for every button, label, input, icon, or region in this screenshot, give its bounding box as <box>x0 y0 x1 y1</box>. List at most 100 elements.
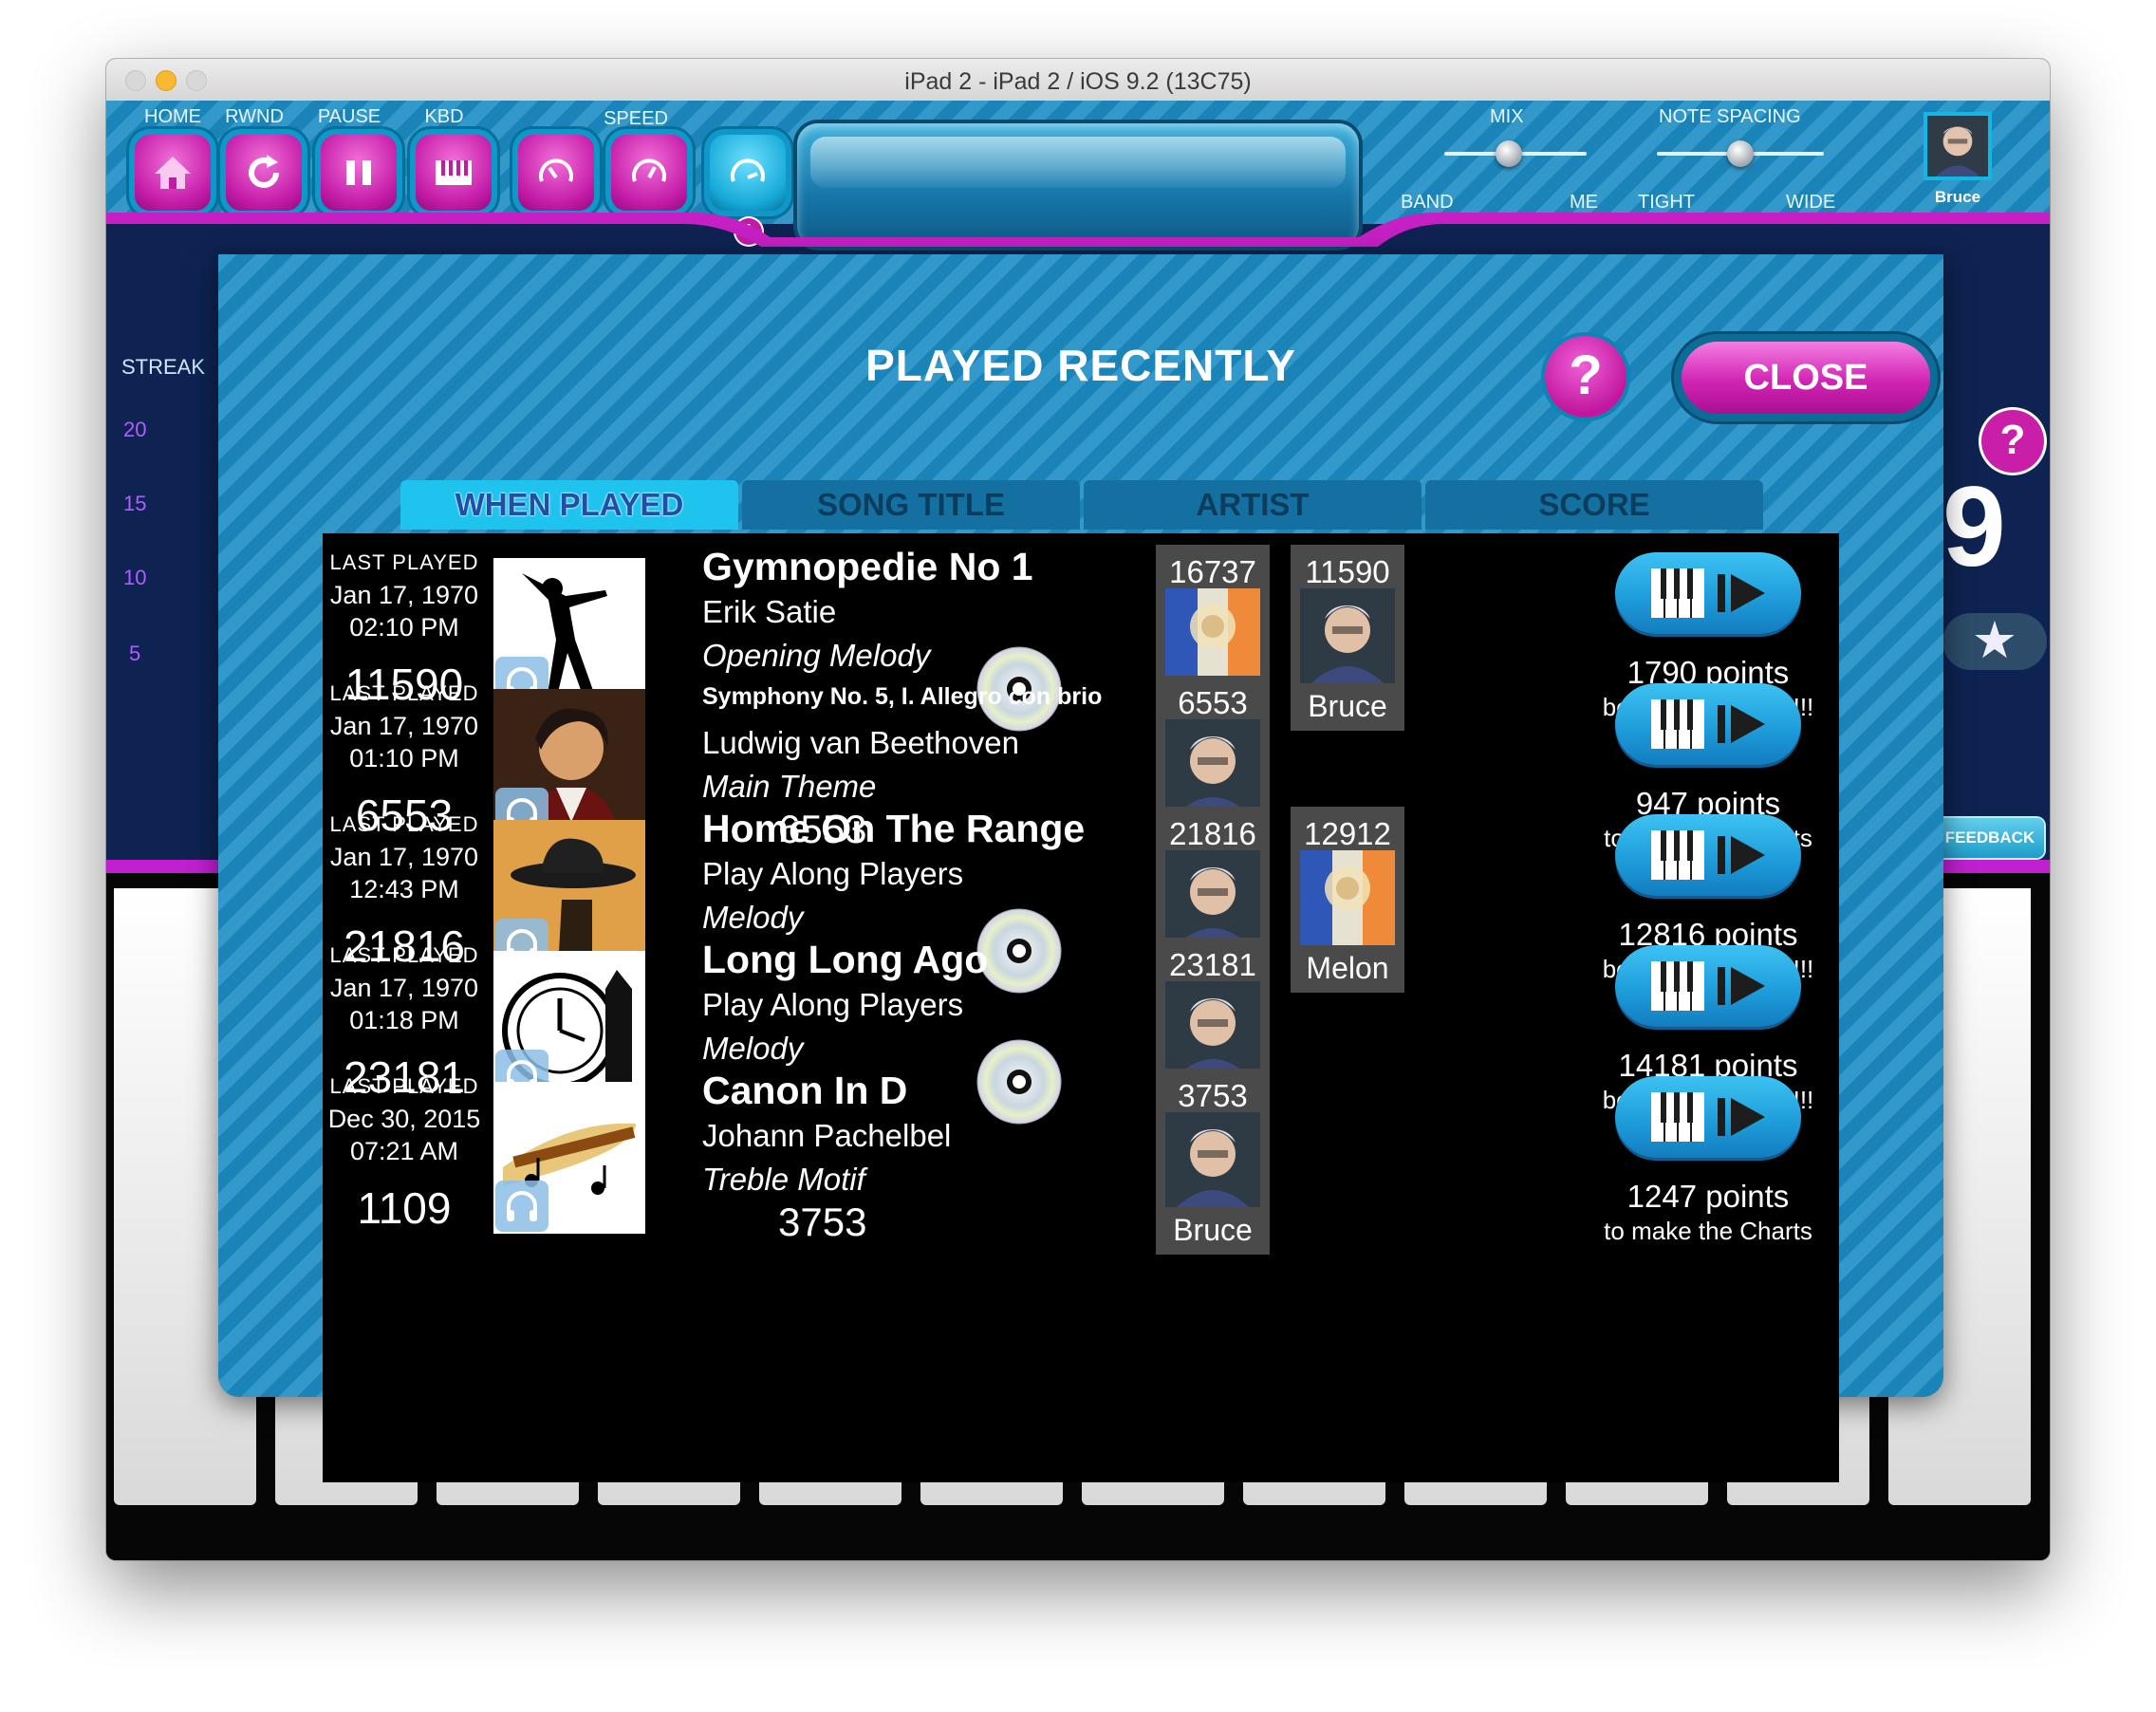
star-icon: ★ <box>1942 613 2047 670</box>
spacing-slider-knob[interactable] <box>1727 140 1754 167</box>
streak-tick: 20 <box>123 418 147 441</box>
play-piano-icon <box>1651 1092 1765 1142</box>
last-played-date: Jan 17, 1970 <box>329 581 479 609</box>
tab-score[interactable]: SCORE <box>1425 480 1763 530</box>
last-played-time: 12:43 PM <box>349 875 459 903</box>
played-recently-modal: PLAYED RECENTLY ? CLOSE WHEN PLAYED SONG… <box>218 254 1943 1482</box>
score-digit: 9 <box>1942 463 2006 590</box>
gauge-icon <box>632 158 666 182</box>
gauge-icon <box>731 158 765 182</box>
app-screen: STREAK 20 15 10 5 9 ★ ? FEEDBACK HOME RW… <box>106 101 2050 1560</box>
keyboard-button[interactable] <box>416 135 492 211</box>
home-button[interactable] <box>135 135 211 211</box>
player-score: 12912 <box>1304 816 1391 851</box>
pause-label: PAUSE <box>317 106 381 127</box>
play-piano-icon <box>1651 699 1765 749</box>
person-icon <box>1927 116 1988 177</box>
song-title: Canon In D <box>702 1069 908 1112</box>
song-title: Long Long Ago <box>702 938 989 981</box>
home-icon <box>155 157 191 189</box>
points-note: to make the Charts <box>1604 1217 1812 1245</box>
pause-icon <box>346 160 371 185</box>
tab-artist[interactable]: ARTIST <box>1084 480 1422 530</box>
modal-help-button[interactable]: ? <box>1545 336 1626 418</box>
player-score: 11590 <box>1305 554 1390 589</box>
song-best-score: 3753 <box>778 1200 867 1244</box>
last-played-date: Dec 30, 2015 <box>327 1105 481 1133</box>
tab-song-title[interactable]: SONG TITLE <box>742 480 1080 530</box>
rewind-icon <box>249 155 279 188</box>
player-name: Bruce <box>1173 1213 1253 1247</box>
song-artist: Play Along Players <box>702 856 964 891</box>
play-song-button[interactable] <box>1615 945 1801 1027</box>
streak-label: STREAK <box>121 355 206 379</box>
play-piano-icon <box>1651 568 1765 618</box>
keyboard-icon <box>436 160 472 185</box>
streak-tick: 15 <box>123 492 147 515</box>
song-artist: Johann Pachelbel <box>702 1118 952 1153</box>
user-avatar[interactable] <box>1924 112 1992 180</box>
mix-slider-knob[interactable] <box>1495 140 1522 167</box>
last-played-label: LAST PLAYED <box>329 943 479 967</box>
play-piano-icon <box>1651 961 1765 1011</box>
play-piano-icon <box>1651 830 1765 880</box>
play-song-button[interactable] <box>1615 1076 1801 1158</box>
recent-songs-list: LAST PLAYED Jan 17, 1970 02:10 PM 11590 Gymn… <box>323 533 1839 1482</box>
last-played-time: 01:10 PM <box>349 744 459 772</box>
rewind-button[interactable] <box>226 135 302 211</box>
play-song-button[interactable] <box>1615 552 1801 634</box>
last-played-time: 07:21 AM <box>349 1137 459 1165</box>
last-played-date: Jan 17, 1970 <box>329 712 479 740</box>
headphones-badge <box>495 1181 548 1232</box>
speed-label: SPEED <box>604 108 668 129</box>
play-song-button[interactable] <box>1615 683 1801 765</box>
song-title: Symphony No. 5, I. Allegro con brio <box>702 683 1103 710</box>
points-needed: 1247 points <box>1626 1179 1790 1214</box>
song-artist: Play Along Players <box>702 987 964 1022</box>
window-title: iPad 2 - iPad 2 / iOS 9.2 (13C75) <box>904 68 1252 95</box>
mix-left-label: BAND <box>1401 192 1454 213</box>
last-played-time: 02:10 PM <box>349 613 459 642</box>
last-played-label: LAST PLAYED <box>329 1074 479 1098</box>
player-score: 23181 <box>1169 947 1256 982</box>
feedback-button[interactable]: FEEDBACK <box>1936 818 2044 858</box>
game-help-button[interactable]: ? <box>1981 410 2044 473</box>
mix-label: MIX <box>1490 106 1524 127</box>
leaderboard-card[interactable]: 3753 Bruce <box>1156 1069 1270 1255</box>
user-name: Bruce <box>1934 188 1981 206</box>
simulator-window: iPad 2 - iPad 2 / iOS 9.2 (13C75) STREAK… <box>106 59 2050 1560</box>
note-spacing-label: NOTE SPACING <box>1659 106 1801 127</box>
gauge-icon <box>539 158 573 182</box>
close-button[interactable]: CLOSE <box>1682 342 1930 414</box>
rewind-label: RWND <box>225 106 284 127</box>
song-title: Home On The Range <box>702 807 1086 850</box>
song-title: Gymnopedie No 1 <box>702 545 1033 588</box>
player-score: 21816 <box>1169 816 1256 851</box>
last-played-date: Jan 17, 1970 <box>329 843 479 871</box>
last-played-time: 01:18 PM <box>349 1006 459 1034</box>
keyboard-label: KBD <box>424 106 464 127</box>
speed-slow-button[interactable] <box>518 135 594 211</box>
last-played-date: Jan 17, 1970 <box>329 974 479 1002</box>
home-label: HOME <box>144 106 201 127</box>
speed-fast-button[interactable] <box>710 135 786 211</box>
speed-normal-button[interactable] <box>611 135 687 211</box>
last-played-label: LAST PLAYED <box>329 550 479 574</box>
tab-when-played[interactable]: WHEN PLAYED <box>400 480 738 530</box>
play-song-button[interactable] <box>1615 814 1801 896</box>
last-played-label: LAST PLAYED <box>329 812 479 836</box>
song-artist: Erik Satie <box>702 594 837 629</box>
player-avatar <box>1164 1112 1261 1207</box>
title-bar: iPad 2 - iPad 2 / iOS 9.2 (13C75) <box>106 59 2050 102</box>
song-part: Treble Motif <box>702 1162 865 1197</box>
last-played-label: LAST PLAYED <box>329 681 479 705</box>
streak-tick: 5 <box>129 642 141 665</box>
pause-button[interactable] <box>321 135 397 211</box>
song-artwork <box>493 1082 645 1234</box>
mix-right-label: ME <box>1570 192 1598 213</box>
person-icon <box>1165 1112 1260 1207</box>
list-item[interactable]: LAST PLAYED Dec 30, 2015 07:21 AM 1109 Canon… <box>323 1057 1839 1255</box>
spacing-right-label: WIDE <box>1786 192 1836 213</box>
player-score: 6553 <box>1178 685 1248 720</box>
last-score: 1109 <box>357 1183 452 1233</box>
